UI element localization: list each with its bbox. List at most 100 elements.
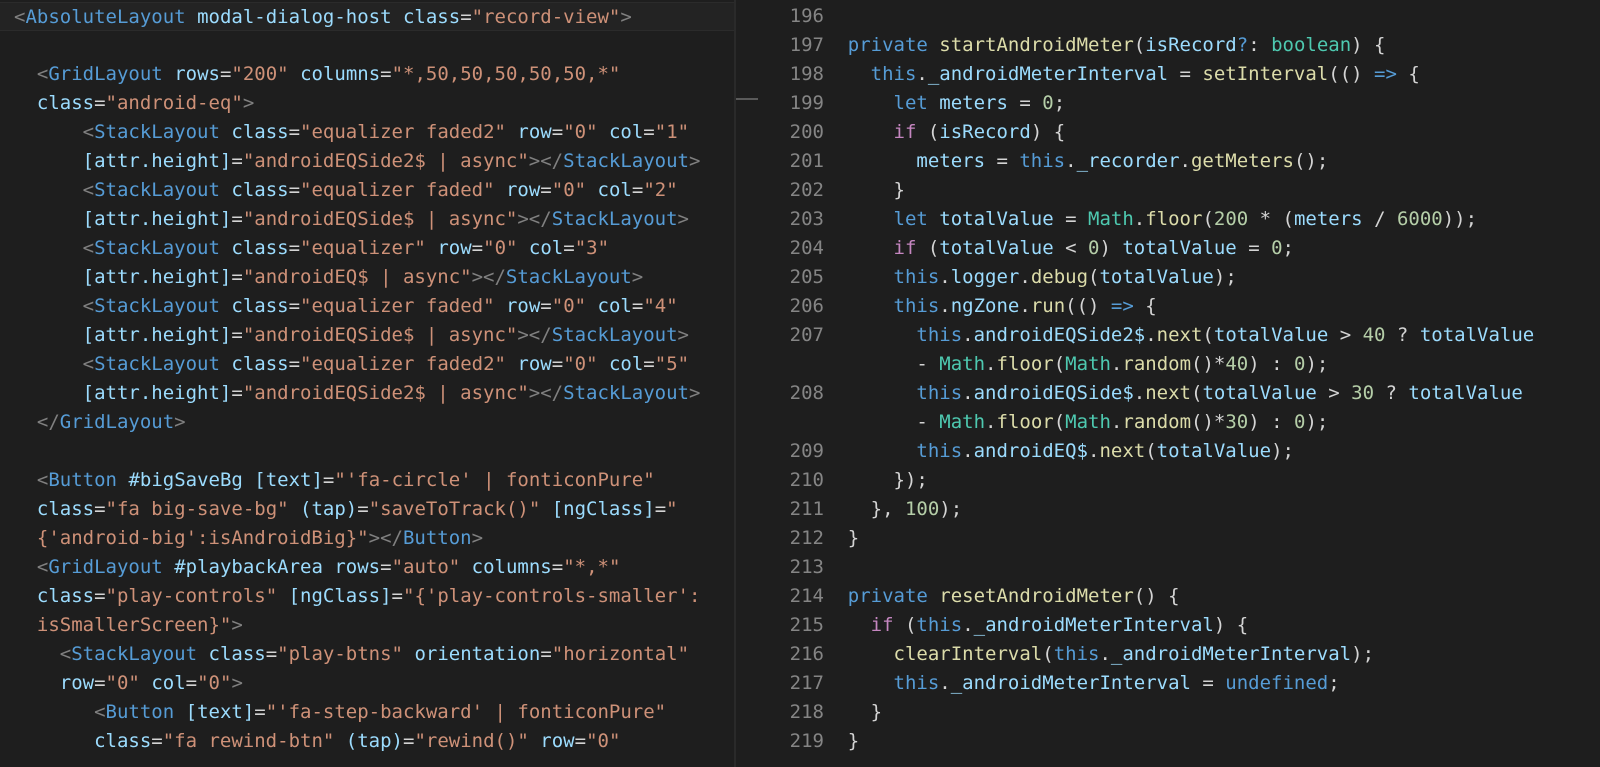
code-line[interactable]: 211 }, 100);	[760, 495, 1600, 524]
code-token: /	[1362, 208, 1397, 230]
code-line[interactable]: 201 meters = this._recorder.getMeters();	[760, 147, 1600, 176]
code-line[interactable]: isSmallerScreen}">	[0, 611, 243, 640]
code-token: ) :	[1248, 411, 1294, 433]
code-token: =	[540, 179, 552, 201]
code-line[interactable]: 206 this.ngZone.run(() => {	[760, 292, 1600, 321]
code-line[interactable]: [attr.height]="androidEQSide2$ | async">…	[0, 147, 701, 176]
code-token: "androidEQ$ | async"	[242, 266, 472, 288]
code-line[interactable]: 197 private startAndroidMeter(isRecord?:…	[760, 31, 1600, 60]
code-line[interactable]: <StackLayout class="equalizer faded" row…	[0, 292, 678, 321]
code-token: }	[802, 730, 860, 752]
code-line[interactable]: <Button #bigSaveBg [text]="'fa-circle' |…	[0, 466, 655, 495]
code-line[interactable]: 200 if (isRecord) {	[760, 118, 1600, 147]
code-line[interactable]: 199 let meters = 0;	[760, 89, 1600, 118]
code-line[interactable]: <StackLayout class="equalizer faded2" ro…	[0, 118, 689, 147]
code-line[interactable]	[0, 437, 14, 466]
code-token: undefined	[1225, 672, 1329, 694]
code-line[interactable]: <GridLayout rows="200" columns="*,50,50,…	[0, 60, 620, 89]
code-line[interactable]: </GridLayout>	[0, 408, 186, 437]
code-token: "'fa-circle' | fonticonPure"	[334, 469, 655, 491]
code-line[interactable]: 204 if (totalValue < 0) totalValue = 0;	[760, 234, 1600, 263]
code-line[interactable]: 205 this.logger.debug(totalValue);	[760, 263, 1600, 292]
code-line[interactable]: - Math.floor(Math.random()*40) : 0);	[760, 350, 1600, 379]
code-line[interactable]: - Math.floor(Math.random()*30) : 0);	[760, 408, 1600, 437]
code-token: "android-eq"	[105, 92, 243, 114]
code-line[interactable]: [attr.height]="androidEQSide$ | async"><…	[0, 321, 689, 350]
code-token: this	[916, 382, 963, 404]
code-line[interactable]: 213	[760, 553, 1600, 582]
code-token: totalValue	[1156, 440, 1272, 462]
code-line[interactable]: 207 this.androidEQSide2$.next(totalValue…	[760, 321, 1600, 350]
code-line[interactable]: <Button [text]="'fa-step-backward' | fon…	[0, 698, 666, 727]
code-token: meters	[939, 92, 1008, 114]
code-line[interactable]: 203 let totalValue = Math.floor(200 * (m…	[760, 205, 1600, 234]
code-token: "0"	[563, 121, 598, 143]
code-token: "androidEQSide$ | async"	[242, 208, 518, 230]
code-token: totalValue	[939, 208, 1054, 230]
code-token: >	[174, 411, 186, 433]
code-line[interactable]	[0, 31, 14, 60]
code-token: >	[471, 527, 484, 549]
code-line[interactable]: <StackLayout class="equalizer" row="0" c…	[0, 234, 609, 263]
code-token: * (	[1248, 208, 1294, 230]
code-token: [attr.height]	[82, 382, 232, 404]
pane-divider[interactable]	[734, 0, 736, 767]
current-line[interactable]: <AbsoluteLayout modal-dialog-host class=…	[0, 2, 734, 31]
code-line[interactable]: class="android-eq">	[0, 89, 254, 118]
code-line[interactable]: [attr.height]="androidEQSide$ | async"><…	[0, 205, 689, 234]
code-token: );	[1213, 266, 1237, 288]
code-line[interactable]: 208 this.androidEQSide$.next(totalValue …	[760, 379, 1600, 408]
code-token: isRecord	[939, 121, 1031, 143]
left-editor-pane[interactable]: <AbsoluteLayout modal-dialog-host class=…	[0, 0, 734, 767]
right-editor-pane[interactable]: 196 197 private startAndroidMeter(isRecor…	[760, 0, 1600, 767]
code-line[interactable]: row="0" col="0">	[0, 669, 243, 698]
code-line[interactable]: 218 }	[760, 698, 1600, 727]
code-line[interactable]: class="fa big-save-bg" (tap)="saveToTrac…	[0, 495, 678, 524]
code-line[interactable]: 210 });	[760, 466, 1600, 495]
code-token: <	[36, 63, 49, 85]
code-token: [ngClass]	[288, 585, 392, 607]
code-token: row	[437, 237, 472, 259]
code-token: =	[231, 324, 243, 346]
code-line[interactable]: <GridLayout #playbackArea rows="auto" co…	[0, 553, 621, 582]
code-line[interactable]: 214 private resetAndroidMeter() {	[760, 582, 1600, 611]
code-line[interactable]: {'android-big':isAndroidBig}"></Button>	[0, 524, 483, 553]
code-line[interactable]: 217 this._androidMeterInterval = undefin…	[760, 669, 1600, 698]
code-line[interactable]: 209 this.androidEQ$.next(totalValue);	[760, 437, 1600, 466]
code-line[interactable]: 215 if (this._androidMeterInterval) {	[760, 611, 1600, 640]
code-line[interactable]: 216 clearInterval(this._androidMeterInte…	[760, 640, 1600, 669]
code-line[interactable]: 219 }	[760, 727, 1600, 756]
code-token: "androidEQSide2$ | async"	[242, 382, 529, 404]
code-line[interactable]: [attr.height]="androidEQ$ | async"></Sta…	[0, 263, 644, 292]
code-token: "auto"	[391, 556, 461, 578]
code-token: "200"	[231, 63, 289, 85]
code-token: =	[151, 730, 163, 752]
code-line[interactable]: class="play-controls" [ngClass]="{'play-…	[0, 582, 701, 611]
code-token: );	[1351, 643, 1375, 665]
code-token: >	[688, 382, 701, 404]
code-line[interactable]: 198 this._androidMeterInterval = setInte…	[760, 60, 1600, 89]
code-line[interactable]: [attr.height]="androidEQSide2$ | async">…	[0, 379, 701, 408]
code-line[interactable]: <StackLayout class="play-btns" orientati…	[0, 640, 689, 669]
code-line[interactable]: 212 }	[760, 524, 1600, 553]
code-token: "equalizer faded"	[300, 179, 495, 201]
code-line[interactable]: <StackLayout class="equalizer faded2" ro…	[0, 350, 689, 379]
code-line[interactable]: class="fa rewind-btn" (tap)="rewind()" r…	[0, 727, 620, 756]
code-line[interactable]: 196	[760, 2, 1600, 31]
code-text: this.ngZone.run(() => {	[802, 292, 1157, 321]
code-token: (	[1133, 34, 1146, 56]
code-line[interactable]: 202 }	[760, 176, 1600, 205]
code-token: =	[357, 498, 369, 520]
code-token: totalValue	[1213, 324, 1329, 346]
code-line[interactable]: <StackLayout class="equalizer faded" row…	[0, 176, 678, 205]
